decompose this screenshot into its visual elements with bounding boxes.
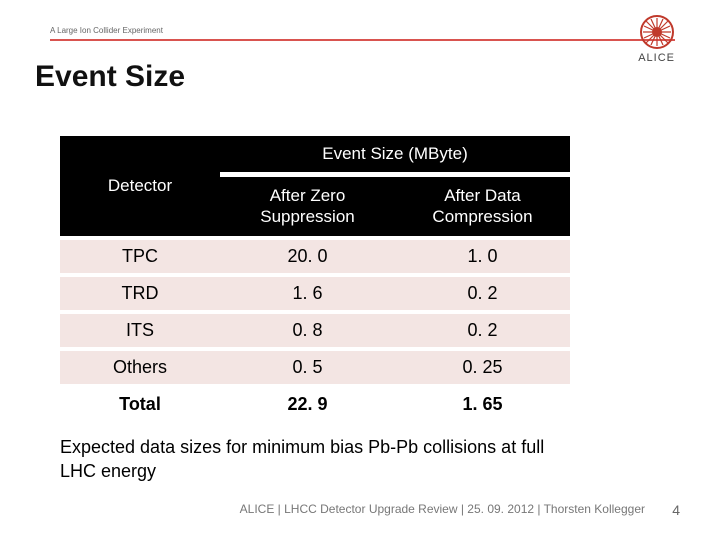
cell-comp: 0. 2 <box>395 277 570 310</box>
table-row: ITS 0. 8 0. 2 <box>60 314 570 347</box>
cell-detector: TPC <box>60 240 220 273</box>
col-header-zero: After Zero Suppression <box>220 177 395 236</box>
cell-zero: 0. 5 <box>220 351 395 384</box>
table-row: TRD 1. 6 0. 2 <box>60 277 570 310</box>
col-header-comp: After Data Compression <box>395 177 570 236</box>
cell-comp: 1. 0 <box>395 240 570 273</box>
cell-comp: 1. 65 <box>395 388 570 421</box>
table-row: TPC 20. 0 1. 0 <box>60 240 570 273</box>
header-subtitle: A Large Ion Collider Experiment <box>50 26 675 35</box>
footer-text: ALICE | LHCC Detector Upgrade Review | 2… <box>240 502 645 516</box>
alice-logo-icon <box>639 14 675 50</box>
col-header-detector: Detector <box>60 136 220 236</box>
cell-zero: 20. 0 <box>220 240 395 273</box>
cell-detector: Others <box>60 351 220 384</box>
cell-detector: ITS <box>60 314 220 347</box>
cell-detector: TRD <box>60 277 220 310</box>
page-title: Event Size <box>35 60 185 94</box>
table-row-total: Total 22. 9 1. 65 <box>60 388 570 421</box>
table-note: Expected data sizes for minimum bias Pb-… <box>60 435 570 484</box>
event-size-table: Detector Event Size (MByte) After Zero S… <box>60 132 570 425</box>
cell-zero: 0. 8 <box>220 314 395 347</box>
event-size-table-wrap: Detector Event Size (MByte) After Zero S… <box>60 132 570 483</box>
col-header-group: Event Size (MByte) <box>220 136 570 173</box>
cell-comp: 0. 25 <box>395 351 570 384</box>
table-row: Others 0. 5 0. 25 <box>60 351 570 384</box>
page-number: 4 <box>672 502 680 518</box>
header-bar: A Large Ion Collider Experiment <box>50 26 675 41</box>
cell-zero: 1. 6 <box>220 277 395 310</box>
cell-detector: Total <box>60 388 220 421</box>
cell-zero: 22. 9 <box>220 388 395 421</box>
logo-brand-text: ALICE <box>638 52 675 64</box>
cell-comp: 0. 2 <box>395 314 570 347</box>
logo: ALICE <box>638 14 675 64</box>
